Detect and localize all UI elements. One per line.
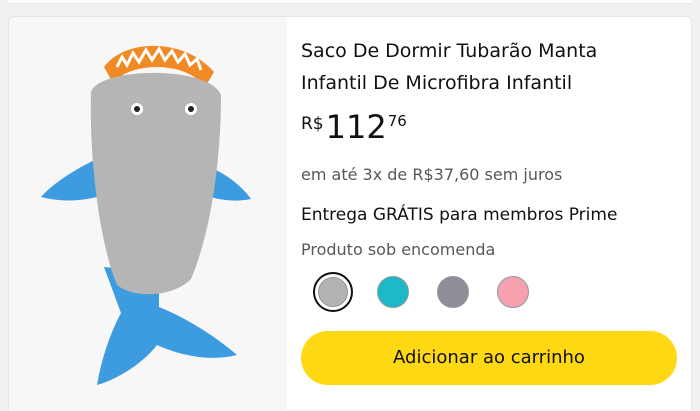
delivery-text: Entrega GRÁTIS para membros Prime	[301, 205, 618, 225]
right-pupil	[188, 106, 194, 112]
left-pupil	[134, 106, 140, 112]
price-fraction: 76	[387, 112, 407, 130]
installments-text: em até 3x de R$37,60 sem juros	[301, 165, 563, 184]
swatch-fill	[318, 277, 348, 307]
shark-body-shape	[90, 72, 221, 295]
product-image[interactable]	[9, 17, 287, 411]
product-card[interactable]: Saco De Dormir Tubarão Manta Infantil De…	[8, 16, 692, 411]
product-price: R$ 112 76	[301, 109, 407, 145]
color-swatch-pink[interactable]	[497, 276, 529, 308]
price-whole: 112	[325, 108, 387, 146]
previous-card-edge	[8, 0, 692, 4]
product-title[interactable]: Saco De Dormir Tubarão Manta Infantil De…	[301, 35, 681, 99]
color-swatch-teal[interactable]	[377, 276, 409, 308]
color-swatch-gray[interactable]	[313, 272, 353, 312]
add-to-cart-button[interactable]: Adicionar ao carrinho	[301, 331, 677, 385]
availability-text: Produto sob encomenda	[301, 240, 496, 259]
color-swatch-dark-gray[interactable]	[437, 276, 469, 308]
price-currency: R$	[301, 114, 324, 134]
shark-sleeping-bag-illustration	[41, 45, 251, 385]
